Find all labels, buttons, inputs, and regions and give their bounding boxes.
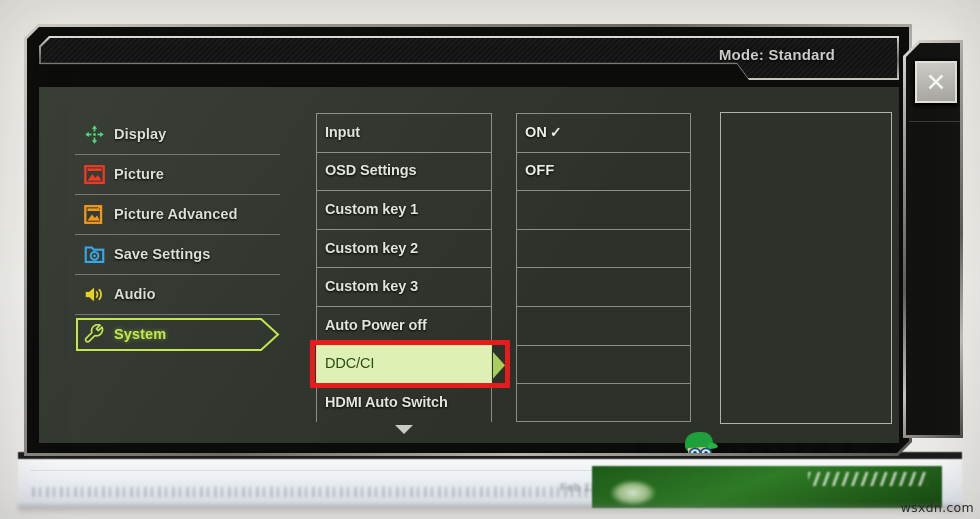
screenshot-root: Feb 12 Mode: Standard Display Picture Pi…: [0, 0, 980, 519]
display-converge-icon: [84, 124, 105, 145]
value-row-empty: [516, 229, 691, 268]
mode-label: Mode: Standard: [718, 47, 835, 64]
menu-row-input[interactable]: Input: [316, 113, 492, 152]
monitor-button-bar: ✕: [903, 40, 963, 438]
menu-row-label: HDMI Auto Switch: [325, 394, 448, 411]
menu-row-custom-key-1[interactable]: Custom key 1: [316, 190, 492, 229]
osd-body: Display Picture Picture Advanced Save Se…: [39, 87, 899, 443]
menu-row-label: Auto Power off: [325, 317, 427, 334]
value-row-empty: [516, 267, 691, 306]
sidebar-item-label: Picture Advanced: [114, 206, 238, 223]
value-row-label: ON: [525, 124, 547, 141]
check-icon: ✓: [549, 124, 562, 141]
speaker-icon: [84, 284, 105, 305]
button-bar-inner: ✕: [906, 43, 960, 435]
picture-frame-icon: [84, 164, 105, 185]
value-row-off[interactable]: OFF: [516, 152, 691, 191]
close-x-icon: ✕: [925, 67, 947, 97]
value-row-empty: [516, 190, 691, 229]
menu-row-label: Input: [325, 124, 360, 141]
key-face: ✕: [915, 61, 957, 103]
menu-row-osd-settings[interactable]: OSD Settings: [316, 152, 492, 191]
osd-sidebar: Display Picture Picture Advanced Save Se…: [75, 115, 280, 354]
desktop-blurred-text: [32, 487, 632, 497]
value-row-empty: [516, 345, 691, 384]
sidebar-item-label: Picture: [114, 166, 164, 183]
menu-row-custom-key-3[interactable]: Custom key 3: [316, 267, 492, 306]
menu-row-label: Custom key 1: [325, 201, 419, 218]
sidebar-item-picture[interactable]: Picture: [75, 155, 280, 195]
sidebar-item-display[interactable]: Display: [75, 115, 280, 155]
sidebar-item-label: Save Settings: [114, 246, 211, 263]
value-row-on[interactable]: ON ✓: [516, 113, 691, 152]
sidebar-item-label: Display: [114, 126, 167, 143]
active-selection-chevron: [75, 317, 280, 352]
annotation-highlight-box: [310, 340, 510, 388]
menu-row-label: OSD Settings: [325, 163, 417, 180]
desktop-green-streaks: [808, 472, 928, 486]
sidebar-item-audio[interactable]: Audio: [75, 275, 280, 315]
sidebar-item-system[interactable]: System: [75, 315, 280, 354]
chevron-down-icon[interactable]: [395, 425, 413, 434]
sidebar-item-save-settings[interactable]: Save Settings: [75, 235, 280, 275]
sidebar-item-picture-advanced[interactable]: Picture Advanced: [75, 195, 280, 235]
desktop-green-thumbnail: [592, 466, 942, 508]
preview-panel: [720, 112, 892, 424]
menu-row-label: Custom key 3: [325, 279, 419, 296]
save-folder-icon: [84, 244, 105, 265]
sidebar-item-label: Audio: [114, 286, 156, 303]
menu-row-ddc-ci[interactable]: DDC/CI: [316, 345, 492, 384]
menu-column: Input OSD Settings Custom key 1 Custom k…: [316, 113, 492, 422]
desktop-shadow: [18, 505, 962, 515]
sidebar-item-label: System: [114, 326, 167, 343]
osd-title-bar: Mode: Standard: [39, 36, 899, 80]
button-close[interactable]: ✕: [909, 43, 960, 121]
value-row-empty: [516, 306, 691, 345]
menu-row-hdmi-auto-switch[interactable]: HDMI Auto Switch: [316, 383, 492, 422]
value-column: ON ✓ OFF: [516, 113, 691, 422]
osd-inner-surface: Mode: Standard Display Picture Picture A…: [27, 27, 909, 453]
wrench-icon: [84, 324, 105, 345]
site-watermark: wsxdn.com: [900, 500, 974, 515]
menu-row-label: Custom key 2: [325, 240, 419, 257]
value-row-label: OFF: [525, 163, 555, 180]
value-row-empty: [516, 383, 691, 422]
menu-row-custom-key-2[interactable]: Custom key 2: [316, 229, 492, 268]
picture-advanced-icon: [84, 204, 105, 225]
osd-window: Mode: Standard Display Picture Picture A…: [24, 24, 912, 456]
